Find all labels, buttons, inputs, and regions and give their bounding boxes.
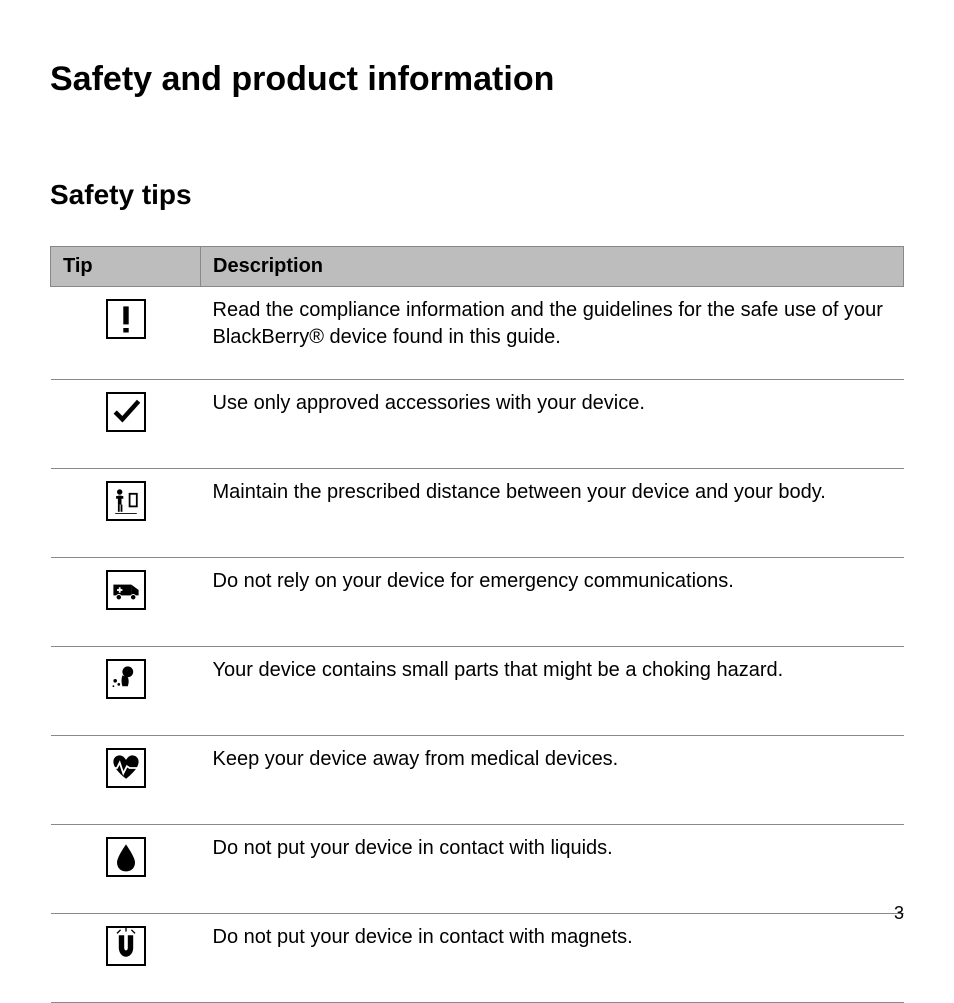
tip-description: Do not put your device in contact with l… (201, 825, 904, 914)
page-title: Safety and product information (50, 60, 904, 99)
table-row: Read the compliance information and the … (51, 287, 904, 380)
tip-description: Your device contains small parts that mi… (201, 647, 904, 736)
page-number: 3 (894, 903, 904, 924)
tip-icon-cell (51, 825, 201, 914)
column-header-tip: Tip (51, 247, 201, 287)
tip-description: Maintain the prescribed distance between… (201, 469, 904, 558)
heart-monitor-icon (106, 748, 146, 788)
table-row: Keep your device away from medical devic… (51, 736, 904, 825)
ambulance-icon (106, 570, 146, 610)
tip-description: Keep your device away from medical devic… (201, 736, 904, 825)
tip-icon-cell (51, 736, 201, 825)
checkmark-icon (106, 392, 146, 432)
exclamation-icon (106, 299, 146, 339)
tip-description: Do not rely on your device for emergency… (201, 558, 904, 647)
liquid-drop-icon (106, 837, 146, 877)
person-distance-icon (106, 481, 146, 521)
column-header-description: Description (201, 247, 904, 287)
tip-icon-cell (51, 558, 201, 647)
table-row: Do not put your device in contact with l… (51, 825, 904, 914)
table-row: Use only approved accessories with your … (51, 380, 904, 469)
table-row: Maintain the prescribed distance between… (51, 469, 904, 558)
magnet-icon (106, 926, 146, 966)
tip-icon-cell (51, 647, 201, 736)
table-row: Your device contains small parts that mi… (51, 647, 904, 736)
tip-icon-cell (51, 380, 201, 469)
choking-hazard-icon (106, 659, 146, 699)
tip-description: Do not put your device in contact with m… (201, 914, 904, 1003)
table-row: Do not put your device in contact with m… (51, 914, 904, 1003)
tip-icon-cell (51, 469, 201, 558)
document-page: Safety and product information Safety ti… (0, 0, 954, 954)
tip-icon-cell (51, 287, 201, 380)
table-row: Do not rely on your device for emergency… (51, 558, 904, 647)
tip-description: Use only approved accessories with your … (201, 380, 904, 469)
safety-tips-table: Tip Description Read the compliance info… (50, 246, 904, 1003)
tip-description: Read the compliance information and the … (201, 287, 904, 380)
section-heading: Safety tips (50, 179, 904, 211)
tip-icon-cell (51, 914, 201, 1003)
